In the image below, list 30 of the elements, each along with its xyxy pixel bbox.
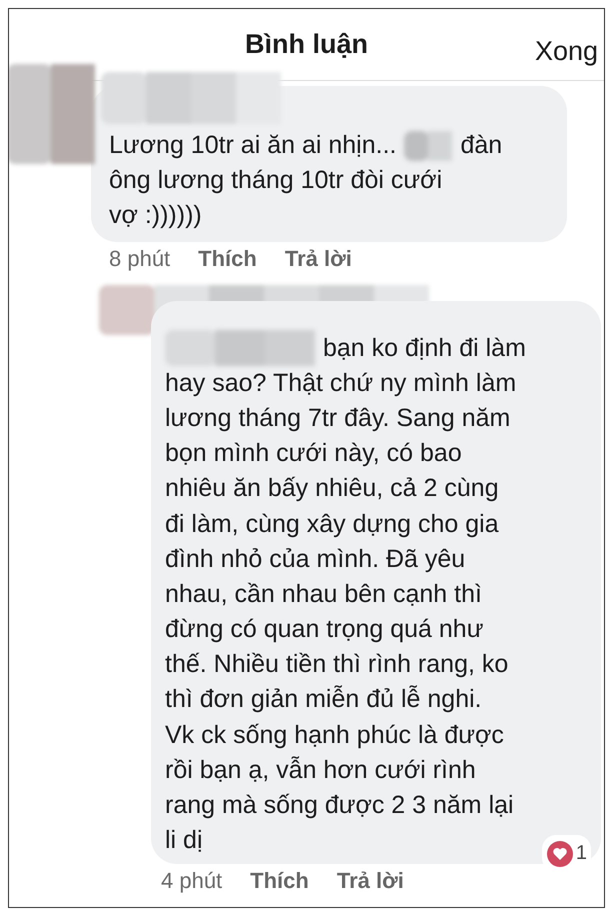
comment-text-line: đừng có quan trọng quá như [165,614,484,646]
comment-text-line: đình nhỏ của mình. Đã yêu [165,544,466,575]
comment-text-line: li dị [165,825,203,856]
reply-link[interactable]: Trả lời [336,867,404,896]
comment-text-line: rang mà sống được 2 3 năm lại [165,790,514,821]
comment-text-line: ông lương tháng 10tr đòi cưới [109,165,442,196]
comment-text-line: đàn [460,130,502,161]
comment-text-line: lương tháng 7tr đây. Sang năm [165,402,510,434]
comment-text-line: đi làm, cùng xây dựng cho gia [165,508,499,540]
reaction-count: 1 [576,841,587,866]
done-button[interactable]: Xong [534,31,598,72]
comment-text-line: bạn ko định đi làm [323,332,526,364]
like-link[interactable]: Thích [250,867,309,896]
comment-text-line: vợ :)))))) [109,200,202,232]
like-link[interactable]: Thích [198,244,257,273]
comment-text-line: thì đơn giản miễn đủ lễ nghi. [165,684,482,716]
comment-text-line: Lương 10tr ai ăn ai nhịn... [109,130,396,161]
comment-time: 8 phút [109,244,170,273]
comment-text-line: rồi bạn ạ, vẫn hơn cưới rình [165,754,476,786]
comment-text-line: nhiêu ăn bấy nhiêu, cả 2 cùng [165,473,499,504]
redacted-word [404,131,452,162]
header-title: Bình luận [245,28,368,62]
reply-link[interactable]: Trả lời [284,244,352,273]
comment-time: 4 phút [161,867,222,896]
comment-text-line: nhau, cần nhau bên cạnh thì [165,578,482,610]
comment-text-line: hay sao? Thật chứ ny mình làm [165,368,516,399]
comment-text-line: Vk ck sống hạnh phúc là được [165,720,504,751]
heart-reaction-icon [546,840,574,868]
comment-text-line: bọn mình cưới này, có bao [165,438,462,470]
comment-text-line: thế. Nhiều tiền thì rình rang, ko [165,649,508,680]
